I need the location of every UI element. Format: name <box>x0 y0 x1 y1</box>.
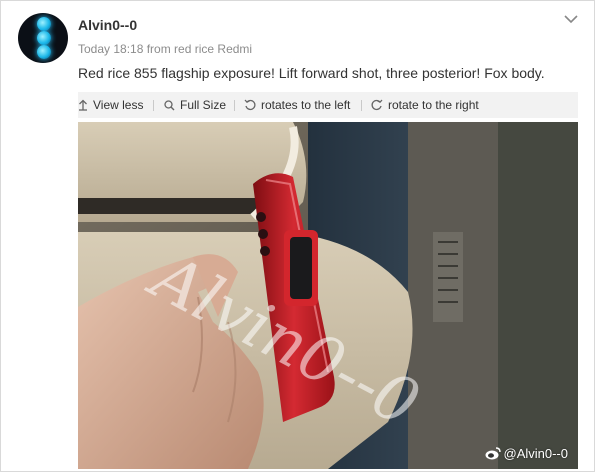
weibo-logo-icon <box>485 447 501 460</box>
full-size-button[interactable]: Full Size <box>164 92 226 118</box>
avatar-glow-dot <box>37 17 51 31</box>
author-name[interactable]: Alvin0--0 <box>78 17 137 33</box>
avatar-glow-dot <box>37 31 51 45</box>
avatar[interactable] <box>18 13 68 63</box>
rotate-right-label: rotate to the right <box>388 98 479 112</box>
full-size-label: Full Size <box>180 98 227 112</box>
toolbar-divider <box>361 100 362 111</box>
rotate-right-button[interactable]: rotate to the right <box>371 92 479 118</box>
avatar-glow-dot <box>37 45 51 59</box>
weibo-watermark: @Alvin0--0 <box>485 446 569 461</box>
arrow-up-icon <box>79 99 87 111</box>
rotate-left-button[interactable]: rotates to the left <box>244 92 350 118</box>
view-less-label: View less <box>93 98 144 112</box>
rotate-left-label: rotates to the left <box>261 98 351 112</box>
toolbar-divider <box>153 100 154 111</box>
rotate-right-icon <box>371 99 383 111</box>
magnifier-icon <box>164 100 175 111</box>
image-toolbar: View less Full Size rotates to the left … <box>78 92 578 118</box>
view-less-button[interactable]: View less <box>78 92 143 118</box>
phone-photo-illustration: Alvin0--0 <box>78 122 578 469</box>
rotate-left-icon <box>244 99 256 111</box>
watermark-handle: @Alvin0--0 <box>503 446 569 461</box>
toolbar-divider <box>234 100 235 111</box>
post-photo[interactable]: Alvin0--0 @Alvin0--0 <box>78 122 578 469</box>
post-meta: Today 18:18 from red rice Redmi <box>78 42 253 56</box>
post-card: Alvin0--0 Today 18:18 from red rice Redm… <box>0 0 595 472</box>
chevron-down-icon[interactable] <box>562 13 580 25</box>
post-text: Red rice 855 flagship exposure! Lift for… <box>78 65 545 81</box>
